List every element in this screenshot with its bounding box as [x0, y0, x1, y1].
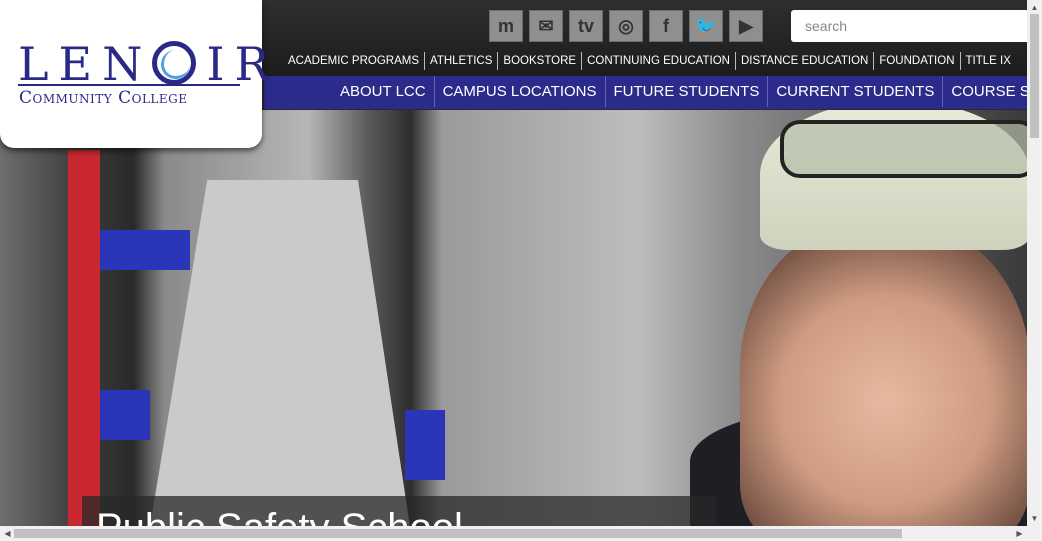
logo-wordmark: LEN IR [18, 37, 280, 91]
scroll-left-icon[interactable]: ◀ [0, 526, 15, 541]
logo-o-icon [152, 41, 197, 85]
nav-item-course-schedule[interactable]: COURSE SCHEDULE [942, 76, 1027, 107]
youtube-icon[interactable]: ▶ [729, 10, 763, 42]
utility-link-continuing-education[interactable]: CONTINUING EDUCATION [581, 52, 735, 70]
nav-item-campus-locations[interactable]: CAMPUS LOCATIONS [433, 76, 605, 107]
horizontal-scroll-thumb[interactable] [14, 529, 902, 538]
logo[interactable]: LEN IR Community College [0, 0, 269, 148]
scroll-up-icon[interactable]: ▲ [1027, 0, 1042, 15]
moodle-icon[interactable]: m [489, 10, 523, 42]
hero-caption-text: Public Safety School [96, 506, 463, 527]
twitter-icon[interactable]: 🐦 [689, 10, 723, 42]
utility-nav: ACADEMIC PROGRAMS ATHLETICS BOOKSTORE CONTI… [280, 52, 1016, 70]
scroll-right-icon[interactable]: ▶ [1012, 526, 1027, 541]
vertical-scrollbar[interactable]: ▲ ▼ [1027, 0, 1042, 526]
instagram-icon[interactable]: ◎ [609, 10, 643, 42]
horizontal-scrollbar[interactable]: ◀ ▶ [0, 526, 1042, 541]
utility-link-bookstore[interactable]: BOOKSTORE [497, 52, 581, 70]
hero-blue-strap [100, 390, 150, 440]
hero-blue-strap [405, 410, 445, 480]
utility-link-title-ix[interactable]: TITLE IX [959, 52, 1016, 70]
nav-item-current-students[interactable]: CURRENT STUDENTS [767, 76, 942, 107]
hero-visor [780, 120, 1027, 178]
utility-link-athletics[interactable]: ATHLETICS [424, 52, 497, 70]
hero-firefighter [740, 220, 1027, 527]
mail-icon[interactable]: ✉ [529, 10, 563, 42]
facebook-icon[interactable]: f [649, 10, 683, 42]
main-nav: ABOUT LCC CAMPUS LOCATIONS FUTURE STUDENTS… [264, 76, 1027, 109]
utility-link-academic-programs[interactable]: ACADEMIC PROGRAMS [280, 52, 424, 70]
search-input[interactable] [791, 10, 1041, 42]
logo-subtitle: Community College [19, 88, 188, 108]
utility-link-distance-education[interactable]: DISTANCE EDUCATION [734, 52, 873, 70]
nav-item-about-lcc[interactable]: ABOUT LCC [332, 76, 434, 107]
scroll-down-icon[interactable]: ▼ [1027, 511, 1042, 526]
hero-caption: Public Safety School [82, 496, 716, 527]
hero-image[interactable]: Public Safety School [0, 110, 1027, 527]
hero-blue-strap [100, 230, 190, 270]
hero-red-panel [68, 150, 100, 527]
nav-item-future-students[interactable]: FUTURE STUDENTS [604, 76, 768, 107]
logo-divider [18, 84, 240, 86]
vertical-scroll-thumb[interactable] [1030, 14, 1039, 138]
tv-icon[interactable]: tv [569, 10, 603, 42]
utility-link-foundation[interactable]: FOUNDATION [873, 52, 959, 70]
